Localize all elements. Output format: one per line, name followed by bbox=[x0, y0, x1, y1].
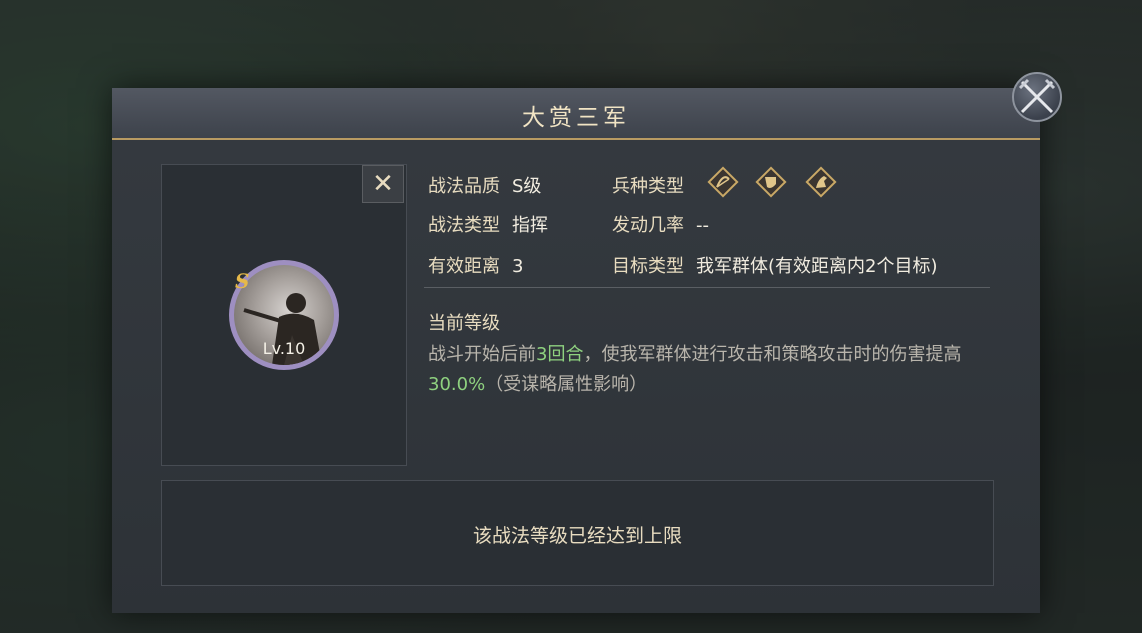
current-level-title: 当前等级 bbox=[428, 313, 500, 334]
grade-badge: S bbox=[235, 269, 250, 293]
crossed-swords-icon bbox=[1018, 78, 1056, 114]
chance-value: -- bbox=[696, 215, 709, 236]
close-button[interactable] bbox=[1012, 72, 1062, 122]
shield-icon bbox=[754, 165, 788, 199]
chance-row: 发动几率 -- bbox=[612, 211, 709, 237]
troop-row: 兵种类型 bbox=[612, 172, 684, 198]
quality-label: 战法品质 bbox=[428, 176, 500, 197]
bow-icon bbox=[706, 165, 740, 199]
range-row: 有效距离 3 bbox=[428, 252, 523, 278]
dialog-title: 大赏三军 bbox=[522, 105, 630, 131]
desc-text-3: （受谋略属性影响） bbox=[485, 374, 648, 395]
quality-value: S级 bbox=[512, 176, 542, 197]
skill-detail-dialog: 大赏三军 ✕ S Lv.10 战法品质 S级 战法类型 指挥 有效距离 3 兵种类型 bbox=[112, 88, 1040, 613]
troop-label: 兵种类型 bbox=[612, 176, 684, 197]
horse-icon bbox=[804, 165, 838, 199]
remove-skill-button[interactable]: ✕ bbox=[362, 165, 404, 203]
level-status-panel: 该战法等级已经达到上限 bbox=[161, 480, 994, 586]
type-label: 战法类型 bbox=[428, 215, 500, 236]
target-value: 我军群体(有效距离内2个目标) bbox=[696, 256, 938, 277]
range-value: 3 bbox=[512, 256, 524, 277]
skill-description: 战斗开始后前3回合，使我军群体进行攻击和策略攻击时的伤害提高 30.0%（受谋略属… bbox=[428, 340, 1008, 400]
skill-level: Lv.10 bbox=[262, 339, 306, 358]
desc-text-2: ，使我军群体进行攻击和策略攻击时的伤害提高 bbox=[583, 344, 962, 365]
skill-icon-panel: ✕ S Lv.10 bbox=[161, 164, 407, 466]
desc-highlight-percent: 30.0% bbox=[428, 374, 486, 395]
divider bbox=[424, 287, 990, 288]
target-row: 目标类型 我军群体(有效距离内2个目标) bbox=[612, 252, 938, 278]
quality-row: 战法品质 S级 bbox=[428, 172, 541, 198]
type-row: 战法类型 指挥 bbox=[428, 211, 548, 237]
title-bar: 大赏三军 bbox=[112, 88, 1040, 140]
desc-highlight-rounds: 3回合 bbox=[536, 344, 584, 365]
target-label: 目标类型 bbox=[612, 256, 684, 277]
range-label: 有效距离 bbox=[428, 256, 500, 277]
type-value: 指挥 bbox=[512, 215, 548, 236]
chance-label: 发动几率 bbox=[612, 215, 684, 236]
desc-text-1: 战斗开始后前 bbox=[428, 344, 536, 365]
max-level-text: 该战法等级已经达到上限 bbox=[472, 525, 682, 547]
